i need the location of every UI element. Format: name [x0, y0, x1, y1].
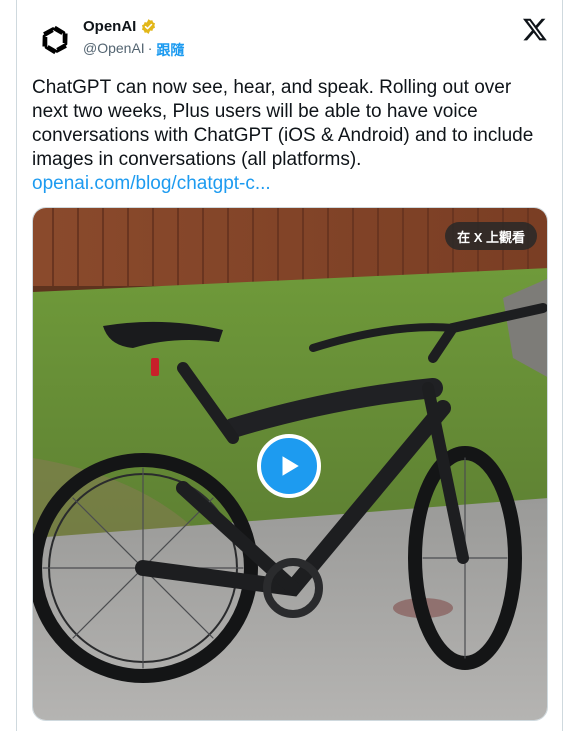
follow-button[interactable]: 跟隨	[156, 40, 184, 60]
tweet-body: ChatGPT can now see, hear, and speak. Ro…	[32, 77, 534, 170]
author-meta: @OpenAI · 跟隨	[83, 40, 184, 60]
author-name-row: OpenAI	[83, 18, 157, 35]
play-icon	[282, 456, 299, 476]
video-media[interactable]: 在 X 上觀看	[32, 207, 548, 721]
author-name[interactable]: OpenAI	[83, 18, 136, 35]
watch-on-x-button[interactable]: 在 X 上觀看	[445, 222, 537, 250]
tweet-link[interactable]: openai.com/blog/chatgpt-c...	[32, 172, 271, 196]
avatar[interactable]	[35, 20, 75, 60]
meta-separator: ·	[147, 40, 153, 56]
verified-badge-icon	[142, 19, 156, 34]
tweet-header: OpenAI @OpenAI · 跟隨	[17, 14, 562, 64]
play-button[interactable]	[257, 434, 321, 498]
openai-logo-icon	[42, 25, 68, 55]
tweet-card[interactable]: OpenAI @OpenAI · 跟隨 ChatGPT can now see,…	[16, 0, 563, 731]
tweet-text: ChatGPT can now see, hear, and speak. Ro…	[32, 76, 542, 196]
author-handle[interactable]: @OpenAI	[83, 40, 145, 60]
x-logo-icon[interactable]	[522, 16, 548, 42]
